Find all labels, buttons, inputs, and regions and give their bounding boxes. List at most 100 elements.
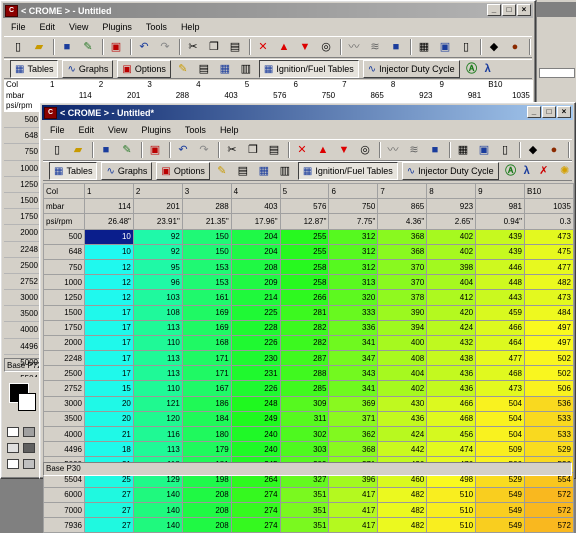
blue-block-icon[interactable]: ■ <box>388 39 404 55</box>
table-cell[interactable]: 266 <box>279 289 330 306</box>
open-folder-icon[interactable]: ▰ <box>70 142 86 158</box>
table-cell[interactable]: 255 <box>279 243 330 260</box>
minimize-button[interactable]: _ <box>527 106 541 118</box>
table-cell[interactable]: 509 <box>475 441 526 458</box>
table-cell[interactable]: 420 <box>426 304 477 321</box>
table-cell[interactable]: 171 <box>181 365 232 382</box>
table-cell[interactable]: 17 <box>84 350 134 367</box>
table-cell[interactable]: 468 <box>475 365 526 382</box>
table-cell[interactable]: 96 <box>132 274 183 291</box>
table-cell[interactable]: 12 <box>84 258 134 276</box>
back-tables-tab[interactable]: ▦ Tables <box>10 60 59 78</box>
chip-icon[interactable]: ◆ <box>525 142 541 158</box>
table-cell[interactable]: 572 <box>524 517 574 533</box>
table-cell[interactable]: 448 <box>475 274 526 291</box>
graphs-tab[interactable]: ∿ Graphs <box>101 162 153 180</box>
red-tool-icon[interactable]: ✗ <box>536 163 552 179</box>
table-cell[interactable]: 529 <box>524 441 574 458</box>
table-cell[interactable]: 504 <box>475 395 526 412</box>
table-edit-icon[interactable]: ▦ <box>217 61 233 77</box>
table-cell[interactable]: 436 <box>377 410 428 428</box>
maximize-button[interactable]: □ <box>502 4 516 16</box>
table-cell[interactable]: 439 <box>475 243 526 260</box>
menu-edit[interactable]: Edit <box>72 125 102 135</box>
table-cell[interactable]: 368 <box>328 441 379 458</box>
table-cell[interactable]: 412 <box>426 289 477 306</box>
table-cell[interactable]: 208 <box>181 501 232 519</box>
table-cell[interactable]: 281 <box>279 304 330 321</box>
menu-edit[interactable]: Edit <box>33 22 63 32</box>
table-cell[interactable]: 477 <box>524 258 574 276</box>
page-icon[interactable]: ▣ <box>108 39 124 55</box>
save-icon[interactable]: ■ <box>98 142 114 158</box>
table-cell[interactable]: 468 <box>426 410 477 428</box>
table-cell[interactable]: 18 <box>84 441 134 458</box>
table-cell[interactable]: 446 <box>475 258 526 276</box>
table-cell[interactable]: 108 <box>132 304 183 321</box>
redo-icon[interactable]: ↷ <box>157 39 173 55</box>
table-cell[interactable]: 484 <box>524 304 574 321</box>
increase-icon[interactable]: ▲ <box>315 142 331 158</box>
table-cell[interactable]: 12 <box>84 289 134 306</box>
ignition-fuel-button[interactable]: ▦ Ignition/Fuel Tables <box>297 162 398 180</box>
table-cell[interactable]: 113 <box>132 441 183 458</box>
table-cell[interactable]: 150 <box>181 228 232 245</box>
table-cell[interactable]: 27 <box>84 501 134 519</box>
menu-tools[interactable]: Tools <box>139 22 174 32</box>
table-cell[interactable]: 474 <box>426 441 477 458</box>
table-cell[interactable]: 179 <box>181 441 232 458</box>
undo-icon[interactable]: ↶ <box>175 142 191 158</box>
table-cell[interactable]: 417 <box>328 486 379 503</box>
back-title-bar[interactable]: C < CROME > - Untitled _ □ × <box>3 3 533 18</box>
table-cell[interactable]: 249 <box>230 410 281 428</box>
back-injector-duty-button[interactable]: ∿ Injector Duty Cycle <box>362 60 460 78</box>
table-cell[interactable]: 226 <box>230 380 281 397</box>
table-cell[interactable]: 27 <box>84 517 134 533</box>
table-cell[interactable]: 533 <box>524 425 574 443</box>
table-cell[interactable]: 121 <box>132 395 183 412</box>
save-as-icon[interactable]: ✎ <box>80 39 96 55</box>
menu-plugins[interactable]: Plugins <box>95 22 139 32</box>
table-cell[interactable]: 504 <box>475 425 526 443</box>
table-cell[interactable]: 248 <box>230 395 281 412</box>
table-cell[interactable]: 549 <box>475 501 526 519</box>
table-cell[interactable]: 549 <box>475 486 526 503</box>
bulb-icon[interactable]: ✺ <box>557 163 573 179</box>
table-cell[interactable]: 343 <box>328 365 379 382</box>
save-as-icon[interactable]: ✎ <box>119 142 135 158</box>
green-a-icon[interactable]: Ⓐ <box>464 61 480 77</box>
table-cell[interactable]: 225 <box>230 304 281 321</box>
table-cell[interactable]: 287 <box>279 350 330 367</box>
table-cell[interactable]: 510 <box>426 517 477 533</box>
record-icon[interactable]: ● <box>546 142 562 158</box>
tool-icon[interactable] <box>23 443 35 453</box>
table-cell[interactable]: 336 <box>328 319 379 336</box>
new-file-icon[interactable]: ▯ <box>10 39 26 55</box>
menu-help[interactable]: Help <box>213 125 246 135</box>
table-cell[interactable]: 140 <box>132 486 183 503</box>
table-cell[interactable]: 312 <box>328 243 379 260</box>
table-cell[interactable]: 204 <box>230 243 281 260</box>
table-cell[interactable]: 333 <box>328 304 379 321</box>
table-cell[interactable]: 510 <box>426 501 477 519</box>
table-cell[interactable]: 369 <box>328 395 379 412</box>
open-folder-icon[interactable]: ▰ <box>31 39 47 55</box>
menu-file[interactable]: File <box>4 22 33 32</box>
table-cell[interactable]: 443 <box>475 289 526 306</box>
table-cell[interactable]: 171 <box>181 350 232 367</box>
delete-icon[interactable]: ✕ <box>294 142 310 158</box>
table-cell[interactable]: 549 <box>475 517 526 533</box>
table-cell[interactable]: 204 <box>230 228 281 245</box>
table-cell[interactable]: 161 <box>181 289 232 306</box>
tables-tab[interactable]: ▦ Tables <box>49 162 98 180</box>
lambda-icon[interactable]: λ <box>524 165 530 177</box>
table-cell[interactable]: 417 <box>328 501 379 519</box>
table-cell[interactable]: 497 <box>524 319 574 336</box>
table-cell[interactable]: 302 <box>279 425 330 443</box>
table-cell[interactable]: 10 <box>84 243 134 260</box>
table-cell[interactable]: 113 <box>132 350 183 367</box>
table-cell[interactable]: 309 <box>279 395 330 412</box>
table-cell[interactable]: 536 <box>524 395 574 412</box>
table-cell[interactable]: 150 <box>181 243 232 260</box>
table-cell[interactable]: 402 <box>426 228 477 245</box>
